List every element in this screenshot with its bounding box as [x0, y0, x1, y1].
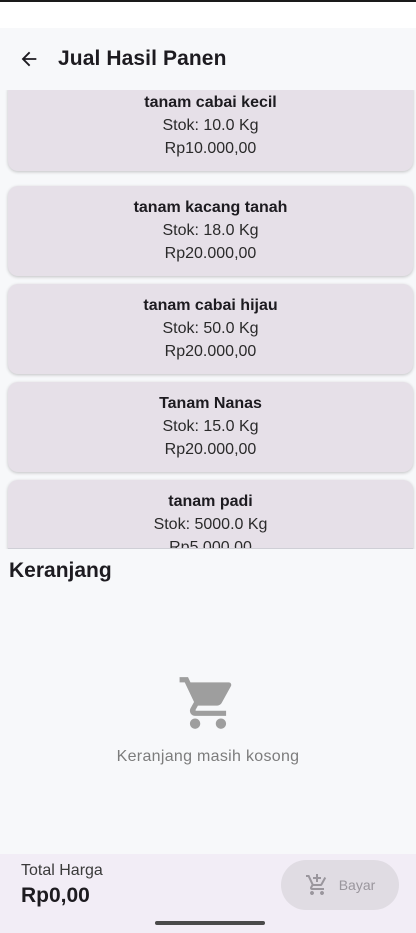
product-card[interactable]: tanam padi Stok: 5000.0 Kg Rp5.000,00 — [8, 480, 413, 549]
product-stock: Stok: 10.0 Kg — [162, 117, 259, 134]
product-card[interactable]: Tanam Nanas Stok: 15.0 Kg Rp20.000,00 — [8, 382, 413, 472]
product-stock: Stok: 18.0 Kg — [162, 222, 259, 239]
product-stock: Stok: 15.0 Kg — [162, 418, 259, 435]
product-name: tanam kacang tanah — [133, 199, 288, 216]
arrow-back-icon — [21, 51, 37, 67]
cart-title: Keranjang — [9, 559, 112, 582]
total-value: Rp0,00 — [21, 884, 90, 907]
list-divider — [8, 548, 413, 549]
product-card[interactable]: tanam kacang tanah Stok: 18.0 Kg Rp20.00… — [8, 186, 413, 276]
product-card[interactable]: tanam cabai kecil Stok: 10.0 Kg Rp10.000… — [8, 90, 413, 171]
total-label: Total Harga — [21, 862, 103, 879]
product-name: Tanam Nanas — [159, 395, 262, 412]
cart-empty-text: Keranjang masih kosong — [116, 748, 300, 765]
product-price: Rp20.000,00 — [164, 441, 257, 458]
product-name: tanam cabai hijau — [143, 297, 278, 314]
product-price: Rp10.000,00 — [164, 140, 257, 157]
product-price: Rp20.000,00 — [164, 343, 257, 360]
pay-button[interactable]: Bayar — [281, 860, 399, 910]
product-price: Rp20.000,00 — [164, 245, 257, 262]
product-stock: Stok: 50.0 Kg — [162, 320, 259, 337]
product-list[interactable]: tanam cabai kecil Stok: 10.0 Kg Rp10.000… — [0, 90, 416, 549]
page-title: Jual Hasil Panen — [58, 47, 227, 70]
product-stock: Stok: 5000.0 Kg — [153, 516, 268, 533]
back-button[interactable] — [9, 39, 49, 79]
cart-empty-state: Keranjang masih kosong — [0, 672, 416, 766]
product-name: tanam padi — [168, 493, 253, 510]
shopping-cart-icon — [179, 677, 232, 729]
home-indicator[interactable] — [155, 921, 265, 925]
pay-button-label: Bayar — [338, 877, 376, 893]
product-name: tanam cabai kecil — [144, 94, 277, 111]
status-bar — [0, 0, 416, 28]
add-shopping-cart-icon — [305, 874, 326, 895]
product-card[interactable]: tanam cabai hijau Stok: 50.0 Kg Rp20.000… — [8, 284, 413, 374]
app-bar: Jual Hasil Panen — [0, 28, 416, 90]
